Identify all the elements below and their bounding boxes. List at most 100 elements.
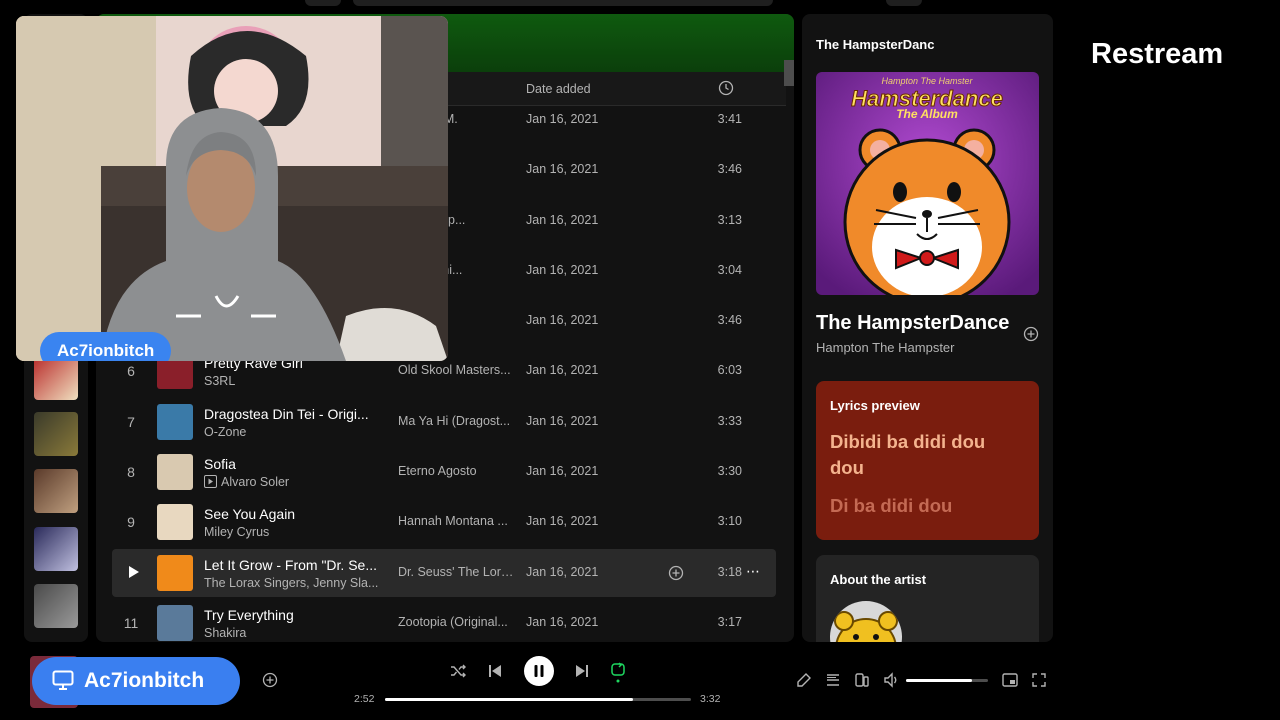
track-artist[interactable]: Alvaro Soler: [204, 475, 382, 489]
track-row[interactable]: Let It Grow - From "Dr. Se... The Lorax S…: [112, 549, 776, 597]
video-badge-icon: [204, 475, 217, 488]
lyrics-preview-label: Lyrics preview: [830, 398, 920, 413]
track-row[interactable]: 9 See You Again Miley Cyrus Hannah Montana …: [112, 498, 776, 546]
add-to-liked-icon[interactable]: [262, 672, 278, 688]
library-item[interactable]: [34, 527, 78, 571]
pause-icon: [534, 665, 544, 677]
track-artist-text: The Lorax Singers, Jenny Sla...: [204, 576, 379, 590]
clock-icon: [718, 80, 734, 96]
track-album[interactable]: Dr. Seuss' The Lora...: [398, 565, 514, 579]
track-artist[interactable]: Shakira: [204, 626, 382, 640]
elapsed-time: 2:52: [354, 693, 375, 705]
date-added-header[interactable]: Date added: [526, 82, 591, 96]
cover-subtitle-text: The Album: [896, 107, 958, 121]
webcam-overlay: Ac7ionbitch: [16, 16, 448, 361]
track-cover: [157, 504, 193, 540]
artist-image: [830, 601, 902, 642]
microphone-lyrics-icon[interactable]: [796, 672, 812, 688]
track-cover: [157, 555, 193, 591]
library-item[interactable]: [34, 412, 78, 456]
volume-slider[interactable]: [906, 679, 988, 682]
track-duration: 3:46: [717, 313, 742, 327]
track-album[interactable]: Hannah Montana ...: [398, 514, 514, 528]
repeat-icon[interactable]: [610, 662, 626, 684]
play-track-icon[interactable]: [128, 565, 140, 579]
miniplayer-icon[interactable]: [1002, 672, 1018, 688]
library-item[interactable]: [34, 469, 78, 513]
cover-small-text: Hampton The Hamster: [881, 76, 973, 86]
playback-progress-bar[interactable]: [385, 698, 691, 701]
track-duration: 3:41: [717, 112, 742, 126]
track-date-added: Jan 16, 2021: [526, 414, 599, 428]
track-duration: 6:03: [717, 363, 742, 377]
shuffle-icon[interactable]: [450, 663, 467, 679]
track-artist[interactable]: Miley Cyrus: [204, 525, 382, 539]
connect-device-icon[interactable]: [854, 672, 870, 688]
track-title[interactable]: Try Everything: [204, 607, 382, 623]
track-date-added: Jan 16, 2021: [526, 514, 599, 528]
track-number: 11: [123, 615, 139, 631]
track-number: 8: [127, 464, 135, 480]
track-duration: 3:30: [717, 464, 742, 478]
track-duration: 3:10: [717, 514, 742, 528]
search-bar[interactable]: [353, 0, 773, 6]
host-name-chip: Ac7ionbitch: [32, 657, 240, 705]
host-name: Ac7ionbitch: [84, 669, 205, 692]
more-options-icon[interactable]: ⋯: [746, 563, 761, 580]
track-duration: 3:13: [717, 213, 742, 227]
previous-track-icon[interactable]: [488, 663, 502, 679]
track-album[interactable]: Zootopia (Original...: [398, 615, 514, 629]
webcam-name-badge: Ac7ionbitch: [40, 332, 172, 361]
add-to-playlist-icon[interactable]: [668, 565, 684, 581]
track-artist-text: S3RL: [204, 374, 236, 388]
restream-logo: Restream: [1091, 38, 1224, 70]
monitor-icon: [52, 670, 74, 690]
volume-fill: [906, 679, 972, 682]
library-item[interactable]: [34, 584, 78, 628]
track-date-added: Jan 16, 2021: [526, 464, 599, 478]
track-duration: 3:33: [717, 414, 742, 428]
track-duration: 3:46: [717, 162, 742, 176]
track-title[interactable]: Let It Grow - From "Dr. Se...: [204, 557, 382, 573]
track-artist[interactable]: S3RL: [204, 374, 382, 388]
now-playing-header: The HampsterDanc: [816, 37, 935, 52]
track-album[interactable]: Ma Ya Hi (Dragost...: [398, 414, 514, 428]
hamster-cover-art: Hampton The Hamster Hamsterdance The Alb…: [816, 72, 1039, 295]
lyric-line: Dibidi ba didi dou dou: [830, 431, 986, 478]
track-album[interactable]: Eterno Agosto: [398, 464, 514, 478]
queue-icon[interactable]: [825, 672, 841, 688]
track-duration: 3:18: [717, 565, 742, 579]
profile-button[interactable]: [886, 0, 922, 6]
track-duration: 3:17: [717, 615, 742, 629]
track-date-added: Jan 16, 2021: [526, 162, 599, 176]
track-artist[interactable]: The Lorax Singers, Jenny Sla...: [204, 576, 382, 590]
fullscreen-icon[interactable]: [1031, 672, 1047, 688]
track-cover: [157, 605, 193, 641]
track-date-added: Jan 16, 2021: [526, 112, 599, 126]
add-to-library-icon[interactable]: [1023, 326, 1039, 342]
volume-icon[interactable]: [883, 672, 900, 688]
track-row[interactable]: 8 Sofia Alvaro Soler Eterno Agosto Jan 16, 2…: [112, 448, 776, 496]
track-title[interactable]: See You Again: [204, 506, 382, 522]
library-item[interactable]: [34, 356, 78, 400]
track-title[interactable]: Sofia: [204, 456, 382, 472]
track-artist[interactable]: O-Zone: [204, 425, 382, 439]
track-cover: [157, 404, 193, 440]
track-artist[interactable]: Hampton The Hampster: [816, 340, 955, 355]
track-row[interactable]: 11 Try Everything Shakira Zootopia (Origina…: [112, 599, 776, 642]
lyrics-preview-card[interactable]: Lyrics preview Dibidi ba didi dou dou Di…: [816, 381, 1039, 540]
track-title[interactable]: The HampsterDance: [816, 312, 1014, 335]
pause-button[interactable]: [524, 656, 554, 686]
about-artist-card[interactable]: About the artist: [816, 555, 1039, 642]
track-number: 9: [127, 514, 135, 530]
track-number: 7: [127, 414, 135, 430]
track-title[interactable]: Dragostea Din Tei - Origi...: [204, 406, 382, 422]
lyric-line: Di ba didi dou: [830, 495, 953, 516]
next-track-icon[interactable]: [575, 663, 589, 679]
track-album[interactable]: Old Skool Masters...: [398, 363, 514, 377]
total-time: 3:32: [700, 693, 721, 705]
track-row[interactable]: 7 Dragostea Din Tei - Origi... O-Zone Ma Ya…: [112, 398, 776, 446]
track-artist-text: Miley Cyrus: [204, 525, 270, 539]
home-button[interactable]: [305, 0, 341, 6]
scrollbar[interactable]: [784, 60, 794, 86]
